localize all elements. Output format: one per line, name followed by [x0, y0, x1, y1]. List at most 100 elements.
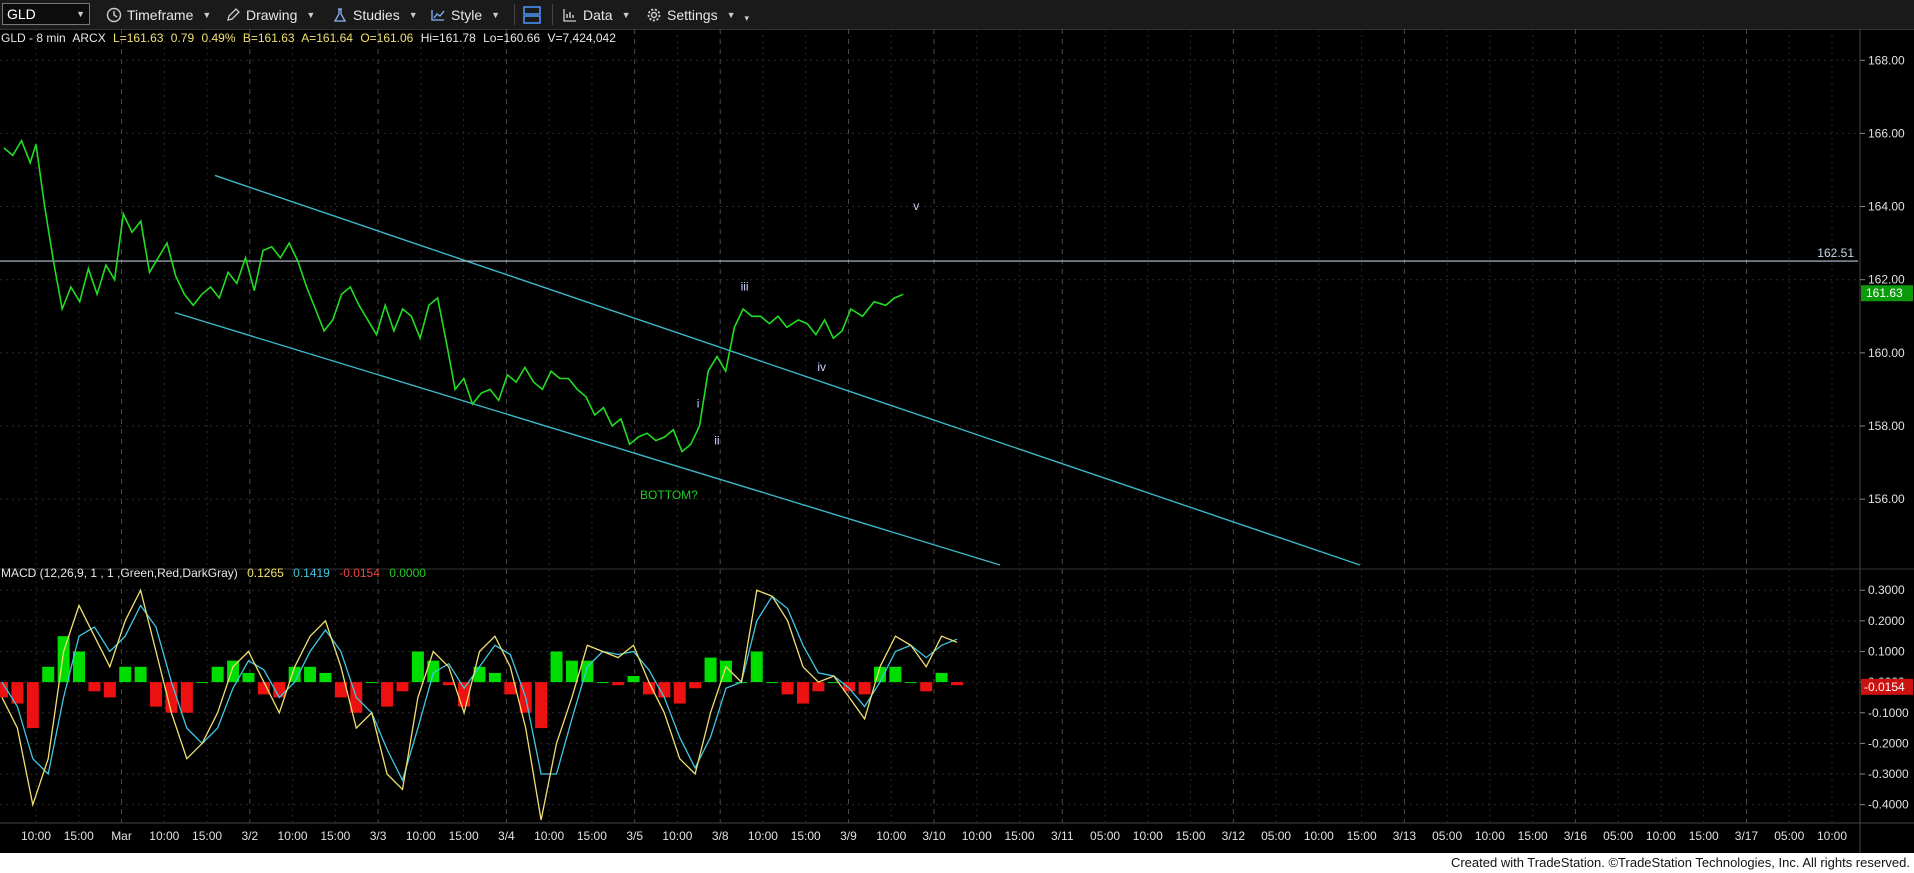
price-series-line: [3, 138, 904, 453]
time-axis-label: 15:00: [1176, 829, 1206, 843]
last-price-tag-text: 161.63: [1866, 286, 1903, 300]
style-label: Style: [451, 6, 483, 23]
symbol-input[interactable]: GLD ▼: [2, 3, 90, 25]
signal-value: 0.1419: [293, 566, 330, 580]
histogram-bar-positive: [134, 666, 147, 683]
chart-area[interactable]: 10:00 15:00 Mar 10:00 15:00 3/2 10:00 15:00 3/3 1…: [0, 29, 1914, 853]
price-info-line: GLD - 8 min ARCX L=161.63 0.79 0.49% B=1…: [1, 31, 620, 45]
time-axis-label: 10:00: [748, 829, 778, 843]
histogram-bar-negative: [381, 682, 394, 707]
histogram-bar-positive: [766, 682, 779, 684]
time-axis-label: 3/2: [241, 829, 258, 843]
macd-line: [1, 588, 958, 821]
horizontal-line-label: 162.51: [1817, 246, 1854, 260]
histogram-bar-negative: [812, 682, 825, 692]
price-axis-label: 164.00: [1868, 200, 1905, 214]
time-axis-label: 10:00: [534, 829, 564, 843]
chevron-down-icon: ▼: [491, 9, 501, 20]
histogram-bar-negative: [951, 682, 963, 686]
time-axis-label: 15:00: [192, 829, 222, 843]
overflow-chevron-icon[interactable]: ▾: [745, 13, 750, 24]
layout-button[interactable]: [522, 4, 542, 25]
histogram-bar-negative: [781, 682, 794, 695]
channel-lower-line: [174, 311, 1001, 566]
toolbar-divider: [552, 4, 553, 25]
macd-axis-label: 0.2000: [1868, 614, 1905, 628]
time-axis-label: 10:00: [149, 829, 179, 843]
low-price: Lo=160.66: [483, 31, 541, 45]
volume: V=7,424,042: [547, 31, 616, 45]
chart-style-icon: [431, 9, 445, 21]
ask-price: A=161.64: [301, 31, 353, 45]
wave-label-ii: ii: [714, 433, 719, 447]
footer: Created with TradeStation. ©TradeStation…: [0, 853, 1914, 873]
macd-label: MACD (12,26,9, 1 , 1 ,Green,Red,DarkGray…: [1, 566, 238, 580]
time-axis-label: 10:00: [1133, 829, 1163, 843]
time-axis-label: 10:00: [1475, 829, 1505, 843]
wave-label-iv: iv: [817, 360, 826, 374]
histogram-bar-positive: [365, 682, 378, 684]
timeframe-menu[interactable]: Timeframe ▼: [106, 4, 211, 25]
chevron-down-icon: ▼: [408, 9, 418, 20]
histogram-bar-negative: [858, 682, 871, 695]
histogram-bar-positive: [889, 666, 902, 683]
style-menu[interactable]: Style ▼: [430, 4, 500, 25]
macd-axis-label: -0.4000: [1868, 798, 1909, 812]
histogram-bar-positive: [488, 672, 501, 683]
macd-info-line: MACD (12,26,9, 1 , 1 ,Green,Red,DarkGray…: [1, 566, 432, 580]
time-axis-label: 10:00: [662, 829, 692, 843]
data-menu[interactable]: Data ▼: [562, 4, 631, 25]
diff-value: -0.0154: [339, 566, 380, 580]
histogram-bar-negative: [257, 682, 270, 695]
macd-axis-label: -0.2000: [1868, 736, 1909, 750]
time-axis-label: 15:00: [449, 829, 479, 843]
wave-label-v: v: [913, 199, 919, 213]
pencil-icon: [227, 7, 240, 21]
settings-menu[interactable]: Settings ▼ ▾: [646, 4, 749, 25]
time-axis-label: 3/8: [712, 829, 729, 843]
histogram-bar-negative: [920, 682, 933, 692]
time-axis-label: 3/16: [1564, 829, 1588, 843]
time-axis-label: 3/17: [1735, 829, 1759, 843]
time-axis-label: 10:00: [876, 829, 906, 843]
wave-label-i: i: [697, 397, 700, 411]
time-axis-label: 15:00: [1518, 829, 1548, 843]
chevron-down-icon[interactable]: ▼: [76, 4, 85, 24]
time-axis-label: 15:00: [791, 829, 821, 843]
drawing-label: Drawing: [246, 6, 298, 23]
time-axis-label: 05:00: [1603, 829, 1633, 843]
pct-change: 0.49%: [201, 31, 236, 45]
wave-label-iii: iii: [741, 280, 749, 294]
price-axis-label: 160.00: [1868, 346, 1905, 360]
symbol-timeframe: GLD - 8 min: [1, 31, 66, 45]
net-change: 0.79: [170, 31, 195, 45]
histogram-bar-positive: [319, 672, 332, 683]
gear-icon: [647, 8, 661, 21]
time-axis-label: 05:00: [1261, 829, 1291, 843]
drawing-menu[interactable]: Drawing ▼: [225, 4, 315, 25]
histogram-bar-positive: [904, 682, 917, 684]
histogram-bar-negative: [150, 682, 163, 707]
price-axis-label: 162.00: [1868, 273, 1905, 287]
time-axis-label: 3/10: [922, 829, 946, 843]
time-axis-label: 15:00: [1689, 829, 1719, 843]
histogram-bar-negative: [103, 682, 116, 698]
chevron-down-icon: ▼: [621, 9, 631, 20]
data-label: Data: [583, 6, 613, 23]
histogram-bar-positive: [627, 675, 640, 683]
histogram-bar-positive: [411, 651, 424, 683]
time-axis-label: 10:00: [406, 829, 436, 843]
time-axis-label: 10:00: [278, 829, 308, 843]
time-axis-label: 15:00: [320, 829, 350, 843]
footer-text: Created with TradeStation. ©TradeStation…: [1450, 855, 1910, 870]
time-axis-label: 15:00: [1005, 829, 1035, 843]
histogram-bar-positive: [565, 660, 578, 683]
price-axis-label: 168.00: [1868, 53, 1905, 67]
macd-last-tag-text: -0.0154: [1864, 680, 1905, 694]
timeframe-label: Timeframe: [127, 6, 194, 23]
symbol-value: GLD: [7, 6, 36, 22]
studies-menu[interactable]: Studies ▼: [332, 4, 418, 25]
histogram-bar-positive: [242, 672, 255, 683]
time-axis-label: 05:00: [1774, 829, 1804, 843]
price-axis-label: 166.00: [1868, 126, 1905, 140]
